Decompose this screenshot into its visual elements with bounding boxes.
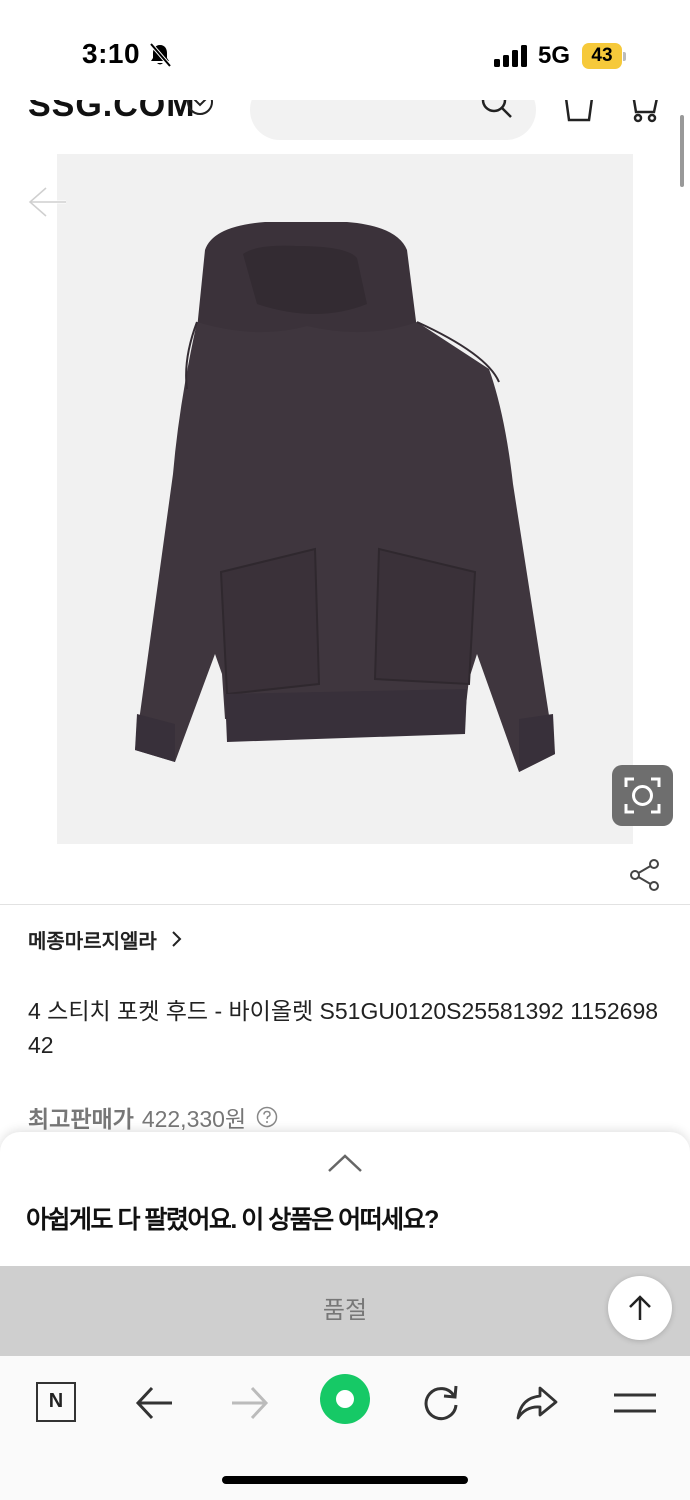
arrow-up-icon: [629, 1295, 651, 1320]
home-indicator: [222, 1476, 468, 1484]
scroll-to-top-button[interactable]: [608, 1276, 672, 1340]
scrollbar[interactable]: [680, 115, 684, 187]
price-value: 422,330원: [141, 1106, 247, 1132]
reload-icon[interactable]: [416, 1378, 466, 1428]
battery-level: 43: [582, 43, 622, 69]
back-arrow-icon[interactable]: [24, 182, 70, 222]
divider: [0, 904, 690, 905]
share-arrow-icon[interactable]: [512, 1378, 562, 1428]
naver-icon[interactable]: N: [36, 1382, 76, 1422]
chevron-down-icon[interactable]: [186, 100, 214, 116]
browser-forward-icon[interactable]: [224, 1378, 274, 1428]
brand-link[interactable]: 메종마르지엘라: [28, 925, 183, 953]
site-header: SSG.COM: [0, 100, 690, 146]
cart-icon[interactable]: [626, 100, 660, 124]
product-image[interactable]: [57, 154, 633, 844]
battery-cap: [623, 52, 626, 61]
chevron-right-icon: [172, 931, 182, 947]
ssg-logo[interactable]: SSG.COM: [28, 100, 196, 125]
help-icon[interactable]: [256, 1106, 278, 1128]
image-search-button[interactable]: [612, 765, 673, 826]
price-label: 최고판매가: [28, 1106, 134, 1132]
status-time: 3:10: [82, 38, 141, 69]
green-dot-icon[interactable]: [320, 1374, 370, 1424]
status-bar: 3:10 5G 43: [0, 0, 690, 100]
share-icon[interactable]: [628, 858, 662, 892]
battery-indicator: 43: [582, 43, 626, 69]
soldout-bottom-sheet: 아쉽게도 다 팔렸어요. 이 상품은 어떠세요? 품절: [0, 1132, 690, 1356]
soldout-button: 품절: [0, 1266, 690, 1356]
menu-icon[interactable]: [610, 1378, 660, 1428]
shopping-bag-icon[interactable]: [562, 100, 596, 124]
soldout-label: 품절: [322, 1297, 368, 1324]
search-icon[interactable]: [480, 100, 514, 120]
brand-name: 메종마르지엘라: [28, 930, 157, 953]
hoodie-illustration: [135, 222, 555, 772]
product-title: 4 스티치 포켓 후드 - 바이올렛 S51GU0120S25581392 11…: [28, 998, 659, 1058]
soldout-message: 아쉽게도 다 팔렸어요. 이 상품은 어떠세요?: [26, 1206, 439, 1234]
signal-icon: [494, 45, 527, 67]
browser-toolbar: N: [0, 1356, 690, 1500]
chevron-up-icon[interactable]: [326, 1152, 364, 1174]
price-row: 최고판매가 422,330원: [28, 1100, 278, 1134]
bell-slash-icon: [149, 42, 172, 68]
lens-icon: [624, 777, 661, 814]
network-label: 5G: [538, 42, 571, 69]
browser-back-icon[interactable]: [130, 1378, 180, 1428]
